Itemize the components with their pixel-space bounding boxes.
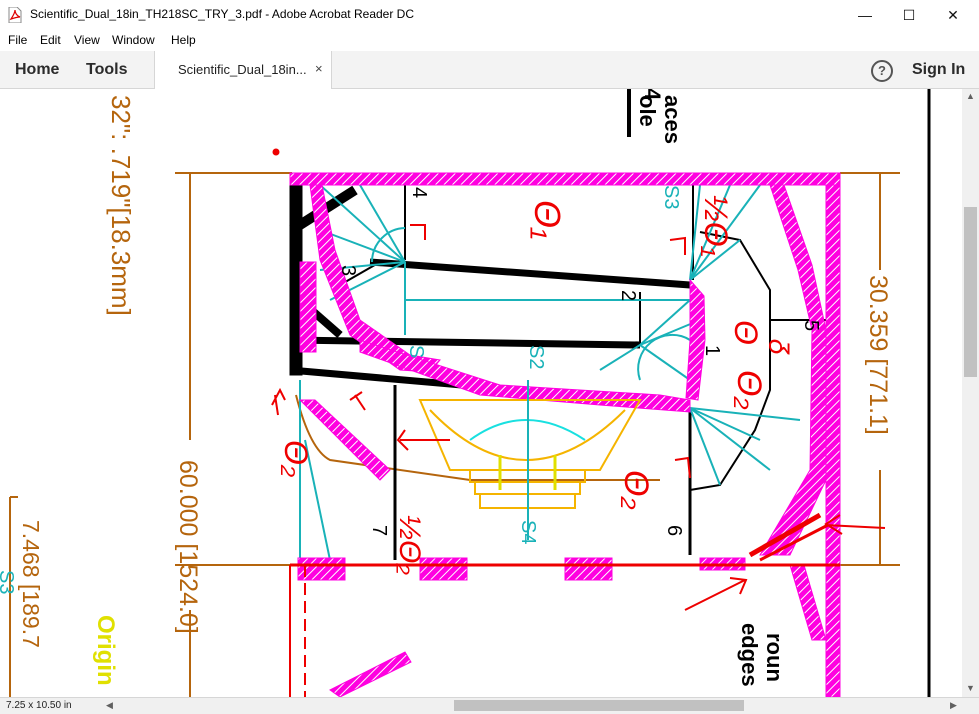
title-bar: Scientific_Dual_18in_TH218SC_TRY_3.pdf -… (0, 0, 979, 30)
menu-help[interactable]: Help (171, 33, 196, 47)
tools-link[interactable]: Tools (86, 61, 127, 79)
scroll-up-icon[interactable]: ▲ (966, 91, 975, 101)
minimize-button[interactable]: — (842, 0, 888, 30)
label-origin: Origin (92, 615, 119, 686)
dim-right: 30.359 [771.1] (864, 275, 892, 435)
document-tab-label: Scientific_Dual_18in... (178, 62, 307, 77)
dim-bottom-left: 7.468 [189.7 (18, 520, 44, 648)
menu-edit[interactable]: Edit (40, 33, 61, 47)
document-view[interactable]: 32": .719"[18.3mm] 60.000 [1524.0] 30.35… (0, 89, 962, 697)
tab-close-icon[interactable]: × (315, 61, 323, 76)
note-round-2: edges (737, 623, 762, 687)
label-s4: S4 (517, 520, 539, 544)
hw-theta-top: Θ (728, 320, 764, 345)
hw-theta2-low: Θ₂ (617, 470, 655, 509)
horizontal-scroll-thumb[interactable] (454, 700, 744, 711)
menu-file[interactable]: File (8, 33, 27, 47)
scroll-left-icon[interactable]: ◀ (106, 700, 113, 711)
label-s2: S2 (525, 345, 547, 369)
menu-view[interactable]: View (74, 33, 100, 47)
vertical-scrollbar[interactable]: ▲ ▼ (962, 89, 979, 697)
cad-drawing: 32": .719"[18.3mm] 60.000 [1524.0] 30.35… (0, 89, 931, 697)
hw-theta-left: Θ₂ (278, 440, 314, 477)
note-line-2: aces (660, 95, 685, 144)
dimension-lines (9, 172, 900, 697)
sign-in-button[interactable]: Sign In (912, 61, 965, 79)
label-s1: S (405, 345, 427, 358)
note-line-3: 4 (640, 89, 665, 101)
document-tab[interactable]: Scientific_Dual_18in... × (154, 51, 332, 89)
note-round-1: roun (762, 633, 787, 682)
panel-number-4: 4 (408, 187, 430, 198)
window-title: Scientific_Dual_18in_TH218SC_TRY_3.pdf -… (30, 7, 414, 21)
dim-height: 60.000 [1524.0] (174, 460, 202, 634)
dim-top-left: 32": .719"[18.3mm] (106, 95, 136, 316)
panel-number-7: 7 (368, 525, 390, 536)
panel-number-2: 2 (617, 290, 639, 301)
help-icon[interactable]: ? (871, 60, 893, 82)
hw-marker-5: ᵹ (769, 339, 800, 356)
home-link[interactable]: Home (15, 61, 59, 79)
close-button[interactable]: ✕ (930, 0, 976, 30)
hw-half-theta2: ½Θ₂ (393, 515, 426, 575)
scroll-right-icon[interactable]: ▶ (950, 700, 957, 711)
scroll-down-icon[interactable]: ▼ (966, 683, 975, 693)
panel-number-6: 6 (663, 525, 685, 536)
menu-window[interactable]: Window (112, 33, 155, 47)
label-s3-bottom: S3 (0, 570, 17, 594)
panel-number-5: 5 (800, 320, 822, 331)
page-size-label: 7.25 x 10.50 in (6, 700, 72, 711)
pdf-file-icon (8, 7, 22, 23)
horizontal-scrollbar[interactable]: ◀ ▶ (104, 697, 962, 714)
hw-theta1: Θ₁ (527, 200, 568, 239)
hw-half-theta1: ½Θ₁ (698, 195, 734, 257)
panel-number-3: 3 (337, 265, 359, 276)
panel-number-1: 1 (701, 345, 723, 356)
label-s3: S3 (660, 185, 682, 209)
maximize-button[interactable]: ☐ (886, 0, 932, 30)
vertical-scroll-thumb[interactable] (964, 207, 977, 377)
menu-bar: File Edit View Window Help (0, 30, 979, 51)
toolbar: Home Tools Scientific_Dual_18in... × (0, 51, 979, 89)
hw-theta2-right: Θ₂ (730, 370, 768, 409)
